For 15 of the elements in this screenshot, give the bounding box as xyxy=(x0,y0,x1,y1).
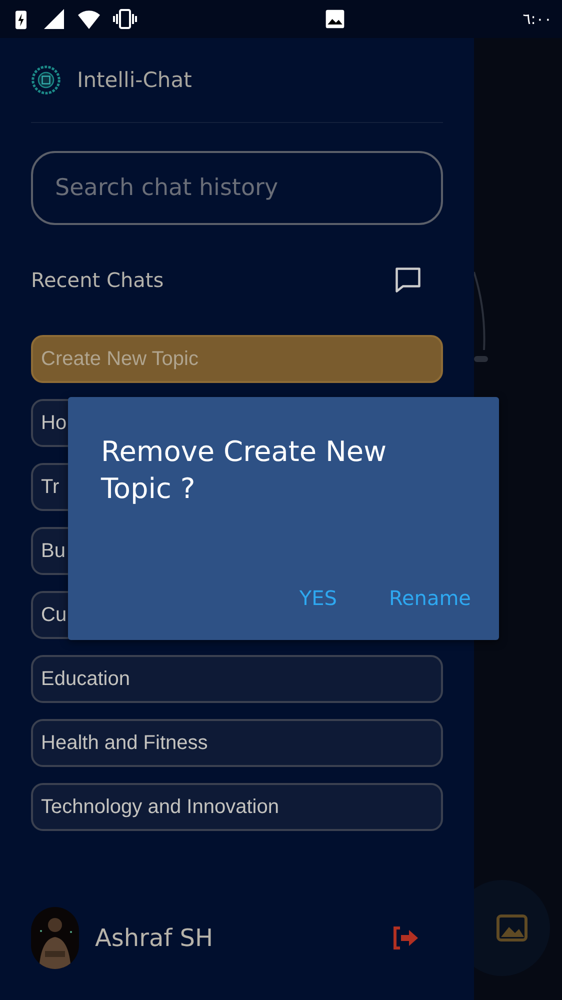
vibrate-icon xyxy=(112,7,138,31)
section-heading: Recent Chats xyxy=(31,268,164,292)
robot-logo-icon xyxy=(31,65,61,95)
new-chat-icon[interactable] xyxy=(393,265,423,295)
app-title: Intelli-Chat xyxy=(77,68,192,92)
clock-time: ٦:٠٠ xyxy=(522,10,552,28)
chat-topic-item[interactable]: Technology and Innovation xyxy=(31,783,443,831)
dialog-message: Remove Create New Topic ? xyxy=(101,434,388,507)
chat-topic-item[interactable]: Education xyxy=(31,655,443,703)
search-field[interactable]: Search chat history xyxy=(31,151,443,225)
image-icon[interactable] xyxy=(496,914,528,942)
chat-topic-item[interactable]: Health and Fitness xyxy=(31,719,443,767)
cellular-signal-icon xyxy=(42,7,66,31)
image-icon xyxy=(324,8,346,30)
user-name: Ashraf SH xyxy=(95,924,214,952)
